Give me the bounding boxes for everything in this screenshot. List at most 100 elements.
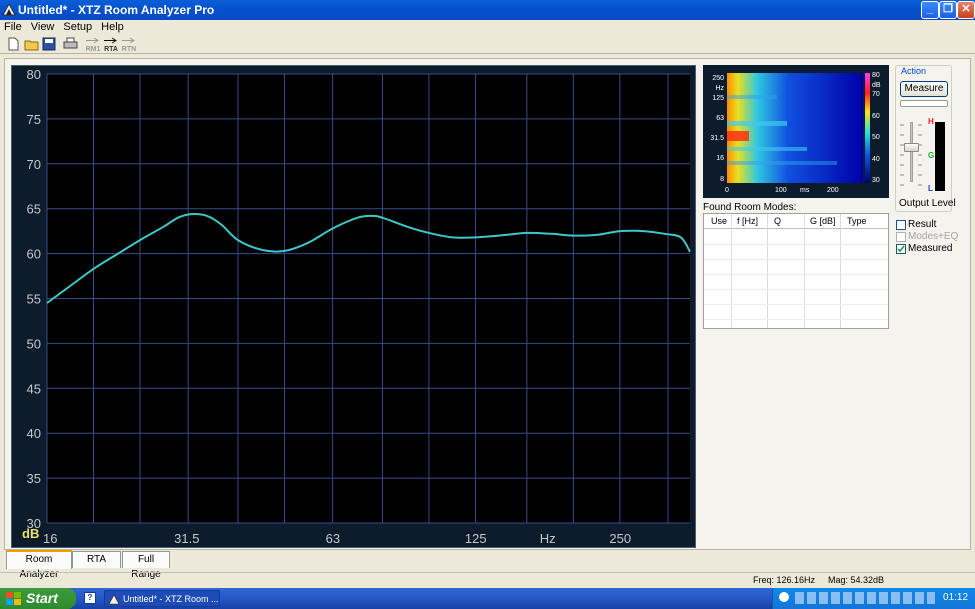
clock: 01:12 (943, 592, 969, 603)
spectrogram-band (727, 161, 837, 165)
x-tick-label: 63 (326, 531, 340, 546)
y-tick-label: 75 (27, 112, 41, 127)
spec-x-tick: 200 (827, 187, 839, 194)
tab-room-analyzer[interactable]: Room Analyzer (6, 550, 72, 580)
spec-scale-tick: 50 (872, 134, 880, 141)
spectrogram-band (727, 147, 807, 151)
action-group-label: Action (900, 66, 928, 76)
measure-button[interactable]: Measure (900, 81, 948, 97)
frequency-response-chart[interactable]: 80 75 70 65 60 55 50 45 40 35 30 16 31.5 63 125 Hz 250 … (11, 65, 696, 548)
column-divider (804, 214, 805, 328)
status-magnitude: Mag: 54.32dB (828, 575, 885, 585)
tab-rta[interactable]: RTA (72, 551, 121, 568)
taskbar: Start ? Untitled* - XTZ Room ... 01:12 (0, 588, 975, 609)
close-button[interactable]: ✕ (957, 1, 975, 19)
spec-scale-tick: 70 (872, 91, 880, 98)
spectrogram-band (727, 95, 777, 99)
arrow-right-icon (122, 37, 135, 44)
checkbox-box (896, 232, 906, 242)
system-tray: 01:12 (772, 588, 975, 609)
menu-view[interactable]: View (27, 20, 60, 33)
output-level-meter (935, 122, 945, 191)
checkbox-box (896, 244, 906, 254)
modes-eq-checkbox[interactable]: Modes+EQ (896, 231, 959, 243)
modes-eq-checkbox-label: Modes+EQ (908, 231, 959, 242)
spec-scale-tick: 30 (872, 177, 880, 184)
spec-scale-tick: dB (872, 82, 881, 89)
column-divider (731, 214, 732, 328)
row-divider (704, 274, 888, 275)
spec-y-tick: 250 (712, 75, 724, 82)
row-divider (704, 244, 888, 245)
tray-icons[interactable] (795, 592, 935, 604)
meter-low-tag: L (928, 184, 933, 193)
menu-setup[interactable]: Setup (59, 20, 97, 33)
y-tick-label: 55 (27, 292, 41, 307)
tray-back-icon[interactable] (779, 592, 789, 602)
rtn-toolbar-label: RTN (121, 46, 137, 53)
start-button[interactable]: Start (0, 588, 76, 609)
spec-x-tick: ms (800, 187, 810, 194)
new-file-icon[interactable] (6, 37, 20, 51)
column-header-gain[interactable]: G [dB] (810, 216, 836, 226)
spec-scale-tick: 40 (872, 156, 880, 163)
taskbar-window-label: Untitled* - XTZ Room ... (123, 594, 219, 604)
restore-button[interactable]: ❐ (939, 1, 957, 19)
spectrogram-image (727, 73, 863, 183)
toolbar: RM1 RTA RTN (0, 35, 975, 54)
x-tick-label: 125 (465, 531, 487, 546)
app-icon (108, 593, 120, 605)
column-divider (767, 214, 768, 328)
menu-file[interactable]: File (0, 20, 27, 33)
column-header-use[interactable]: Use (711, 216, 727, 226)
tab-full-range[interactable]: Full Range (122, 551, 170, 580)
measure-progress-bar (900, 100, 948, 107)
help-quicklaunch-icon[interactable]: ? (84, 592, 96, 604)
y-tick-label: 35 (27, 471, 41, 486)
taskbar-window-button[interactable]: Untitled* - XTZ Room ... (104, 590, 220, 607)
x-tick-label: 250 (609, 531, 631, 546)
row-divider (704, 319, 888, 320)
y-tick-label: 70 (27, 157, 41, 172)
output-level-slider-track[interactable] (910, 122, 913, 182)
save-icon[interactable] (42, 37, 56, 51)
room-modes-table[interactable]: Use f [Hz] Q G [dB] Type (703, 213, 889, 329)
y-tick-label: 50 (27, 336, 41, 351)
print-icon[interactable] (63, 37, 78, 51)
rta-toolbar-label: RTA (104, 46, 118, 53)
start-label: Start (26, 590, 58, 606)
unit-label: dB (22, 526, 39, 541)
x-tick-label: Hz (540, 531, 556, 546)
slider-tick-marks (918, 124, 922, 186)
measured-checkbox[interactable]: Measured (896, 243, 956, 255)
measured-checkbox-label: Measured (908, 243, 953, 254)
open-folder-icon[interactable] (24, 37, 40, 51)
y-tick-label: 60 (27, 247, 41, 262)
windows-logo-icon (6, 592, 21, 605)
row-divider (704, 304, 888, 305)
spectrogram-panel[interactable]: 250 Hz 125 63 31.5 16 8 0 100 ms 200 80 … (703, 65, 889, 198)
slider-tick-marks (900, 124, 904, 186)
column-header-q[interactable]: Q (774, 216, 781, 226)
row-divider (704, 289, 888, 290)
row-divider (704, 259, 888, 260)
meter-high-tag: H (928, 117, 934, 126)
column-divider (840, 214, 841, 328)
x-tick-label: 31.5 (174, 531, 199, 546)
minimize-button[interactable]: _ (921, 1, 939, 19)
rta-toolbar-button[interactable]: RTA (102, 37, 120, 53)
rm-toolbar-button[interactable]: RM1 (84, 37, 102, 53)
column-header-frequency[interactable]: f [Hz] (737, 216, 758, 226)
column-header-type[interactable]: Type (847, 216, 867, 226)
checkbox-box (896, 220, 906, 230)
rm-toolbar-label: RM1 (85, 46, 101, 53)
meter-good-tag: G (928, 151, 935, 160)
output-level-label: Output Level (899, 198, 956, 209)
spec-x-tick: 0 (725, 187, 729, 194)
menu-help[interactable]: Help (97, 20, 129, 33)
result-checkbox[interactable]: Result (896, 219, 956, 231)
rtn-toolbar-button[interactable]: RTN (120, 37, 138, 53)
y-tick-label: 40 (27, 426, 41, 441)
y-tick-label: 65 (27, 202, 41, 217)
spec-y-tick: 8 (720, 176, 724, 183)
